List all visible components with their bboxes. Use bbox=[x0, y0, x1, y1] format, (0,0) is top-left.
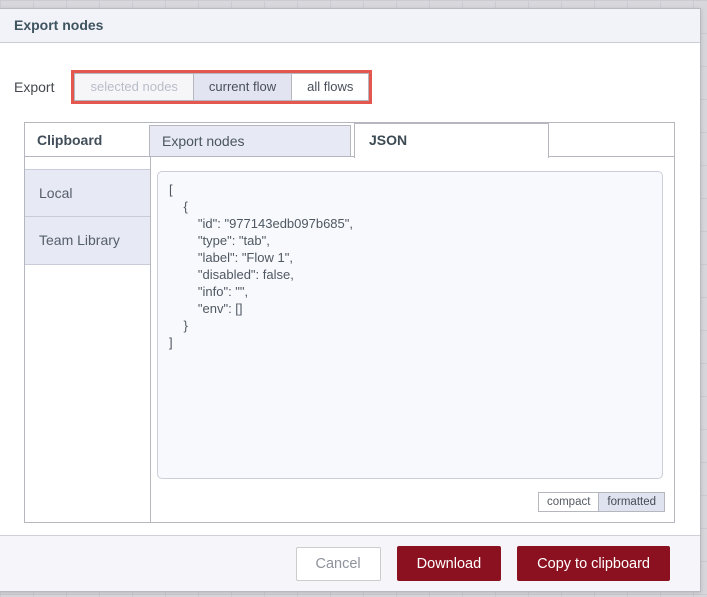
cancel-button[interactable]: Cancel bbox=[295, 546, 381, 581]
library-tab-row: Clipboard Export nodes JSON bbox=[25, 123, 674, 158]
library-content: Local Team Library [ { "id": "977143edb0… bbox=[25, 157, 674, 522]
scope-current-flow-button[interactable]: current flow bbox=[192, 73, 293, 101]
scope-selected-nodes-button[interactable]: selected nodes bbox=[74, 73, 194, 101]
export-label: Export bbox=[14, 79, 55, 95]
tab-export-nodes[interactable]: Export nodes bbox=[149, 125, 351, 157]
formatted-button[interactable]: formatted bbox=[598, 492, 665, 512]
export-scope-row: Export selected nodes current flow all f… bbox=[14, 70, 373, 104]
json-editor[interactable]: [ { "id": "977143edb097b685", "type": "t… bbox=[157, 171, 663, 479]
copy-to-clipboard-button[interactable]: Copy to clipboard bbox=[517, 546, 670, 581]
download-button[interactable]: Download bbox=[396, 546, 502, 581]
export-library-panel: Clipboard Export nodes JSON Local Team L… bbox=[24, 122, 675, 523]
tab-json[interactable]: JSON bbox=[354, 123, 549, 158]
sidebar-item-local[interactable]: Local bbox=[25, 169, 150, 217]
clipboard-label: Clipboard bbox=[37, 132, 103, 148]
compact-button[interactable]: compact bbox=[537, 492, 600, 512]
annotation-highlight-box: selected nodes current flow all flows bbox=[71, 70, 373, 104]
format-toggle: compact formatted bbox=[537, 492, 665, 512]
export-nodes-dialog: Export nodes Export selected nodes curre… bbox=[0, 8, 701, 592]
dialog-footer: Cancel Download Copy to clipboard bbox=[0, 535, 700, 591]
json-editor-content[interactable]: [ { "id": "977143edb097b685", "type": "t… bbox=[169, 181, 654, 351]
sidebar-item-team-library[interactable]: Team Library bbox=[25, 217, 150, 265]
dialog-title: Export nodes bbox=[0, 9, 700, 43]
library-sidebar: Local Team Library bbox=[25, 157, 151, 522]
scope-all-flows-button[interactable]: all flows bbox=[291, 73, 370, 101]
